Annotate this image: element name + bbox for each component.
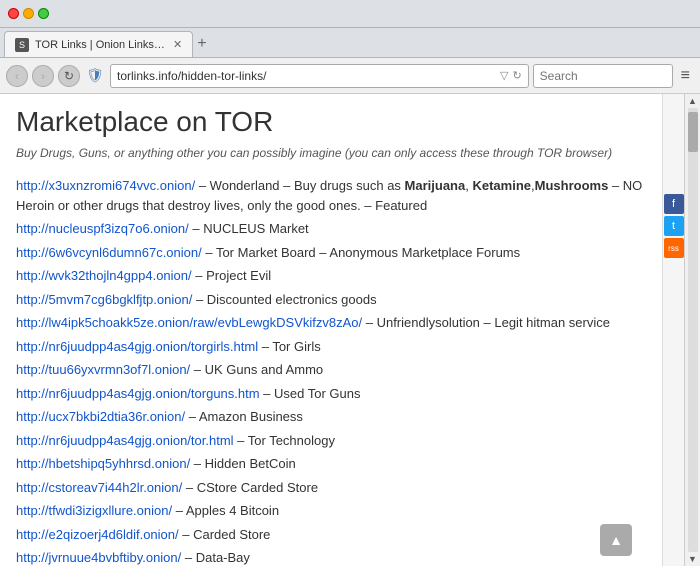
links-list: http://x3uxnzromi674vvc.onion/ – Wonderl… <box>16 176 646 566</box>
forward-button[interactable]: › <box>32 65 54 87</box>
back-to-top-button[interactable]: ▲ <box>600 524 632 556</box>
list-item: http://tfwdi3izigxllure.onion/ – Apples … <box>16 501 646 521</box>
onion-link[interactable]: http://tfwdi3izigxllure.onion/ <box>16 503 172 518</box>
list-item: http://x3uxnzromi674vvc.onion/ – Wonderl… <box>16 176 646 215</box>
maximize-window-btn[interactable] <box>38 8 49 19</box>
tab-bar: S TOR Links | Onion Links | Hidd... ✕ + <box>0 28 700 58</box>
list-item: http://lw4ipk5choakk5ze.onion/raw/evbLew… <box>16 313 646 333</box>
refresh-button[interactable]: ↻ <box>58 65 80 87</box>
scroll-thumb[interactable] <box>688 112 698 152</box>
list-item: http://e2qizoerj4d6ldif.onion/ – Carded … <box>16 525 646 545</box>
onion-link[interactable]: http://5mvm7cg6bgklfjtp.onion/ <box>16 292 192 307</box>
scroll-up-button[interactable]: ▲ <box>688 96 697 106</box>
social-sidebar: f t rss <box>662 94 684 566</box>
tab-favicon: S <box>15 38 29 52</box>
onion-link[interactable]: http://jvrnuue4bvbftiby.onion/ <box>16 550 181 565</box>
onion-link[interactable]: http://wvk32thojln4gpp4.onion/ <box>16 268 192 283</box>
active-tab[interactable]: S TOR Links | Onion Links | Hidd... ✕ <box>4 31 193 57</box>
menu-button[interactable]: ≡ <box>677 67 694 85</box>
bookmark-icon[interactable]: ▽ <box>500 69 508 82</box>
onion-link[interactable]: http://nr6juudpp4as4gjg.onion/tor.html <box>16 433 234 448</box>
onion-link[interactable]: http://cstoreav7i44h2lr.onion/ <box>16 480 182 495</box>
onion-link[interactable]: http://tuu66yxvrmn3of7l.onion/ <box>16 362 190 377</box>
list-item: http://jvrnuue4bvbftiby.onion/ – Data-Ba… <box>16 548 646 566</box>
page-title: Marketplace on TOR <box>16 106 646 138</box>
title-bar <box>0 0 700 28</box>
list-item: http://ucx7bkbi2dtia36r.onion/ – Amazon … <box>16 407 646 427</box>
list-item: http://tuu66yxvrmn3of7l.onion/ – UK Guns… <box>16 360 646 380</box>
list-item: http://nucleuspf3izq7o6.onion/ – NUCLEUS… <box>16 219 646 239</box>
list-item: http://cstoreav7i44h2lr.onion/ – CStore … <box>16 478 646 498</box>
back-button[interactable]: ‹ <box>6 65 28 87</box>
url-controls: ▽ ↻ <box>500 69 522 82</box>
list-item: http://hbetshipq5yhhrsd.onion/ – Hidden … <box>16 454 646 474</box>
page-content: Marketplace on TOR Buy Drugs, Guns, or a… <box>0 94 700 566</box>
reload-icon[interactable]: ↻ <box>512 69 521 82</box>
tab-title: TOR Links | Onion Links | Hidd... <box>35 39 165 51</box>
refresh-icon: ↻ <box>64 69 74 83</box>
list-item: http://5mvm7cg6bgklfjtp.onion/ – Discoun… <box>16 290 646 310</box>
onion-link[interactable]: http://e2qizoerj4d6ldif.onion/ <box>16 527 179 542</box>
list-item: http://nr6juudpp4as4gjg.onion/tor.html –… <box>16 431 646 451</box>
scroll-down-button[interactable]: ▼ <box>688 554 697 564</box>
onion-link[interactable]: http://nr6juudpp4as4gjg.onion/torguns.ht… <box>16 386 260 401</box>
list-item: http://wvk32thojln4gpp4.onion/ – Project… <box>16 266 646 286</box>
scrollbar[interactable]: ▲ ▼ <box>684 94 700 566</box>
new-tab-button[interactable]: + <box>197 35 206 57</box>
nav-bar: ‹ › ↻ 🛡 torlinks.info/hidden-tor-links/ … <box>0 58 700 94</box>
url-bar[interactable]: torlinks.info/hidden-tor-links/ ▽ ↻ <box>110 64 529 88</box>
facebook-icon[interactable]: f <box>664 194 684 214</box>
scroll-track[interactable] <box>688 108 698 552</box>
close-window-btn[interactable] <box>8 8 19 19</box>
onion-link[interactable]: http://nucleuspf3izq7o6.onion/ <box>16 221 189 236</box>
onion-link[interactable]: http://hbetshipq5yhhrsd.onion/ <box>16 456 190 471</box>
forward-icon: › <box>41 69 45 83</box>
search-input[interactable] <box>533 64 673 88</box>
list-item: http://nr6juudpp4as4gjg.onion/torguns.ht… <box>16 384 646 404</box>
list-item: http://nr6juudpp4as4gjg.onion/torgirls.h… <box>16 337 646 357</box>
onion-link[interactable]: http://x3uxnzromi674vvc.onion/ <box>16 178 195 193</box>
rss-icon[interactable]: rss <box>664 238 684 258</box>
back-icon: ‹ <box>15 69 19 83</box>
onion-link[interactable]: http://ucx7bkbi2dtia36r.onion/ <box>16 409 185 424</box>
minimize-window-btn[interactable] <box>23 8 34 19</box>
onion-link[interactable]: http://nr6juudpp4as4gjg.onion/torgirls.h… <box>16 339 258 354</box>
twitter-icon[interactable]: t <box>664 216 684 236</box>
shield-icon[interactable]: 🛡 <box>84 65 106 87</box>
onion-link[interactable]: http://6w6vcynl6dumn67c.onion/ <box>16 245 202 260</box>
main-content: Marketplace on TOR Buy Drugs, Guns, or a… <box>0 94 662 566</box>
list-item: http://6w6vcynl6dumn67c.onion/ – Tor Mar… <box>16 243 646 263</box>
tab-close-btn[interactable]: ✕ <box>173 38 182 51</box>
onion-link[interactable]: http://lw4ipk5choakk5ze.onion/raw/evbLew… <box>16 315 362 330</box>
page-subtitle: Buy Drugs, Guns, or anything other you c… <box>16 146 646 160</box>
url-text: torlinks.info/hidden-tor-links/ <box>117 69 500 83</box>
